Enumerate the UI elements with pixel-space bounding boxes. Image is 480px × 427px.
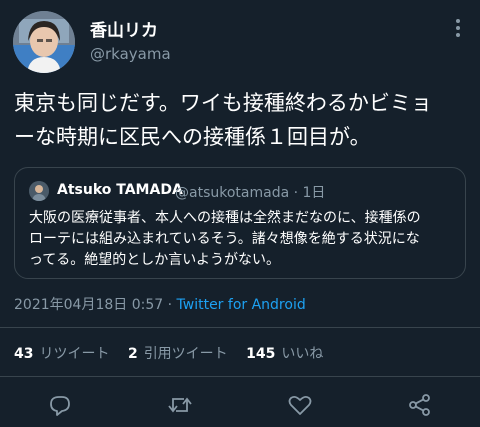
quotes-count: 2 — [127, 346, 138, 362]
tweet-text: 東京も同じだす。ワイも接種終わるかビミョ ーな時期に区民への接種係１回目が。 — [14, 91, 432, 149]
quoted-tweet-text: 大阪の医療従事者、本人への接種は全然まだなのに、接種係の ローテには組み込まれて… — [29, 210, 421, 268]
more-vertical-icon[interactable] — [450, 18, 466, 38]
quoted-avatar-photo — [29, 181, 49, 201]
tweet-stats: 43 リツイート 2 引用ツイート 145 いいね — [14, 343, 337, 363]
tweet-header: 香山リカ @rkayama — [0, 0, 480, 80]
meta-separator: · — [163, 297, 177, 313]
divider-top — [0, 327, 480, 328]
quotes-label: 引用ツイート — [143, 346, 228, 362]
retweet-icon[interactable] — [167, 392, 193, 418]
reply-icon[interactable] — [47, 392, 73, 418]
quoted-handle-time: @atsukotamada · 1日 — [175, 185, 326, 201]
retweets-stat[interactable]: 43 リツイート — [14, 346, 109, 362]
heart-icon[interactable] — [287, 392, 313, 418]
retweets-count: 43 — [14, 346, 34, 362]
share-icon[interactable] — [407, 392, 433, 418]
tweet-meta: 2021年04月18日 0:57 · Twitter for Android — [14, 294, 306, 314]
likes-stat[interactable]: 145 いいね — [246, 346, 323, 362]
timestamp[interactable]: 2021年04月18日 0:57 — [14, 297, 163, 313]
likes-label: いいね — [281, 346, 324, 362]
display-name[interactable]: 香山リカ — [90, 16, 158, 41]
divider-bottom — [0, 376, 480, 377]
source-link[interactable]: Twitter for Android — [177, 297, 306, 313]
quoted-avatar — [29, 181, 49, 201]
action-bar — [0, 388, 480, 424]
avatar[interactable] — [13, 11, 75, 73]
quoted-display-name: Atsuko TAMADA — [57, 182, 183, 198]
likes-count: 145 — [246, 346, 276, 362]
avatar-photo — [13, 11, 75, 73]
quoted-tweet-card[interactable]: Atsuko TAMADA @atsukotamada · 1日 大阪の医療従事… — [14, 167, 466, 279]
retweets-label: リツイート — [39, 346, 110, 362]
quotes-stat[interactable]: 2 引用ツイート — [128, 346, 228, 362]
user-handle[interactable]: @rkayama — [90, 45, 171, 63]
